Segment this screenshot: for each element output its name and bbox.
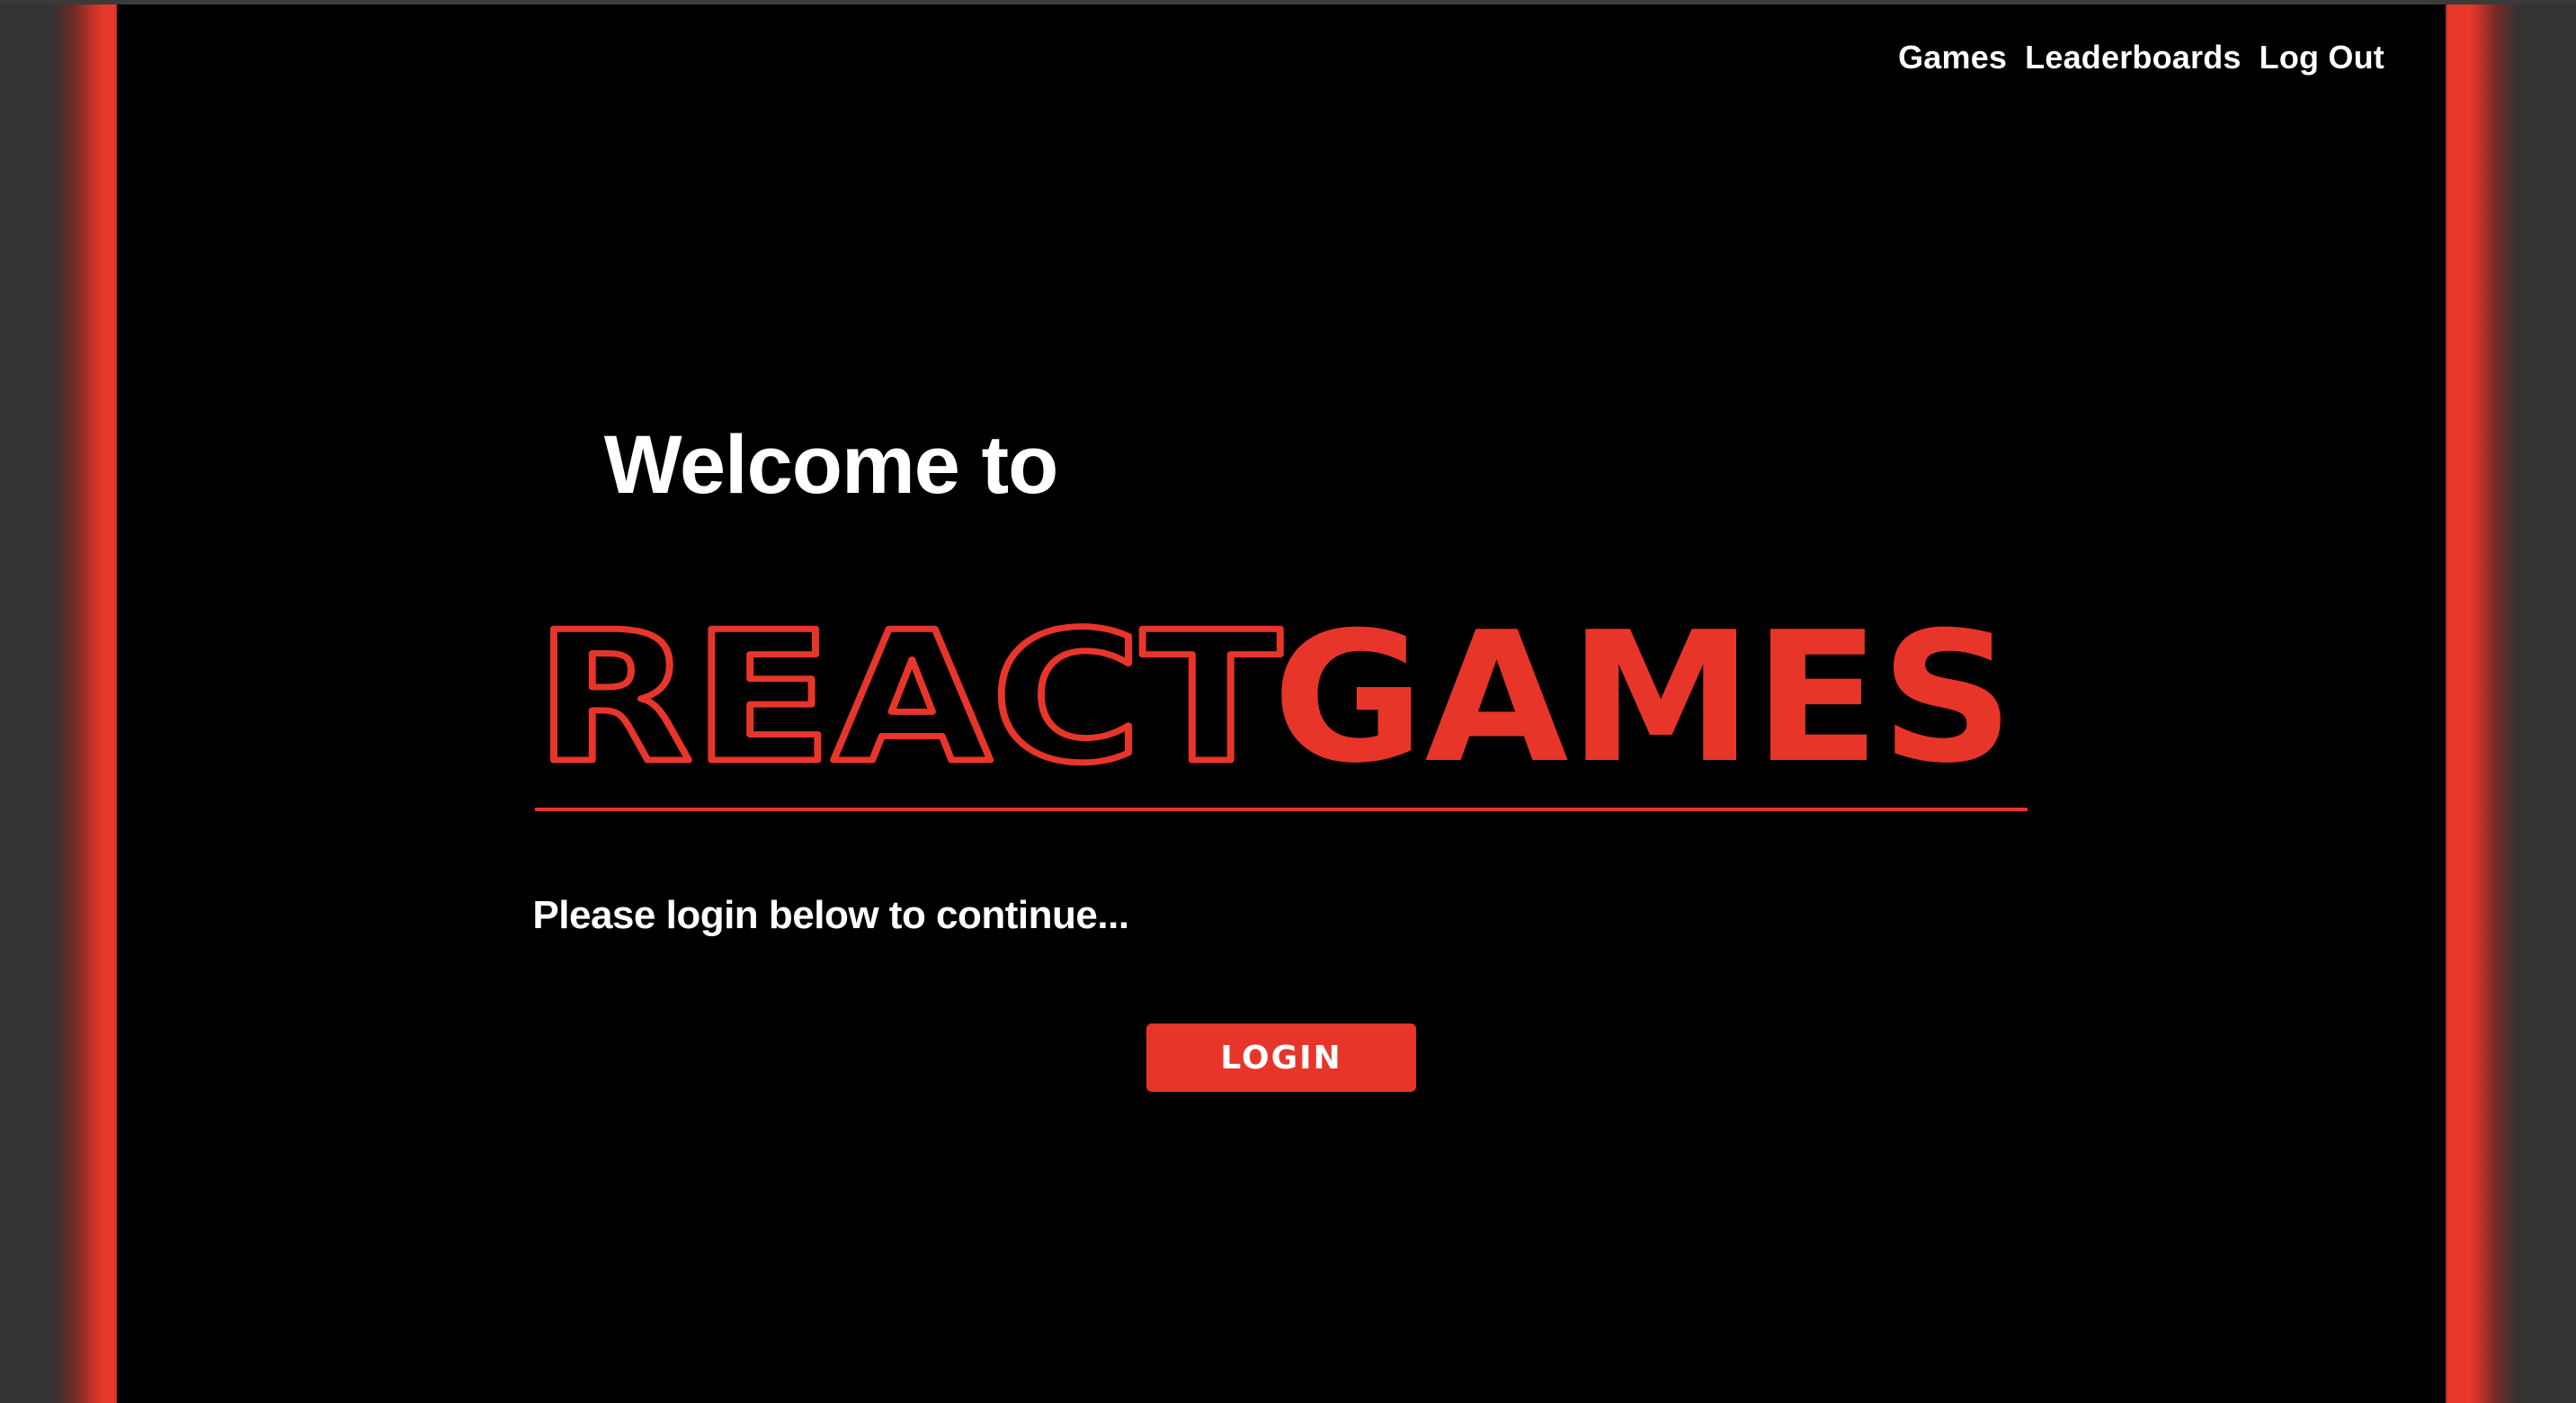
login-prompt-text: Please login below to continue... [532, 893, 1129, 937]
logo-svg: REACT GAMES [535, 598, 2014, 778]
nav-link-leaderboards[interactable]: Leaderboards [2025, 39, 2241, 76]
logo-text-games: GAMES [1272, 598, 2014, 778]
logo-underline-divider [535, 808, 2028, 811]
top-nav: Games Leaderboards Log Out [1898, 39, 2384, 76]
right-frame-border [2446, 4, 2576, 1403]
nav-link-games[interactable]: Games [1898, 39, 2007, 76]
welcome-heading: Welcome to [603, 419, 1059, 511]
app-container: Games Leaderboards Log Out Welcome to RE… [117, 4, 2446, 1403]
left-frame-border [0, 4, 117, 1403]
login-button[interactable]: LOGIN [1146, 1023, 1416, 1092]
react-games-logo: REACT GAMES [535, 598, 2032, 778]
logo-text-react: REACT [535, 598, 1281, 778]
nav-link-log-out[interactable]: Log Out [2260, 39, 2384, 76]
